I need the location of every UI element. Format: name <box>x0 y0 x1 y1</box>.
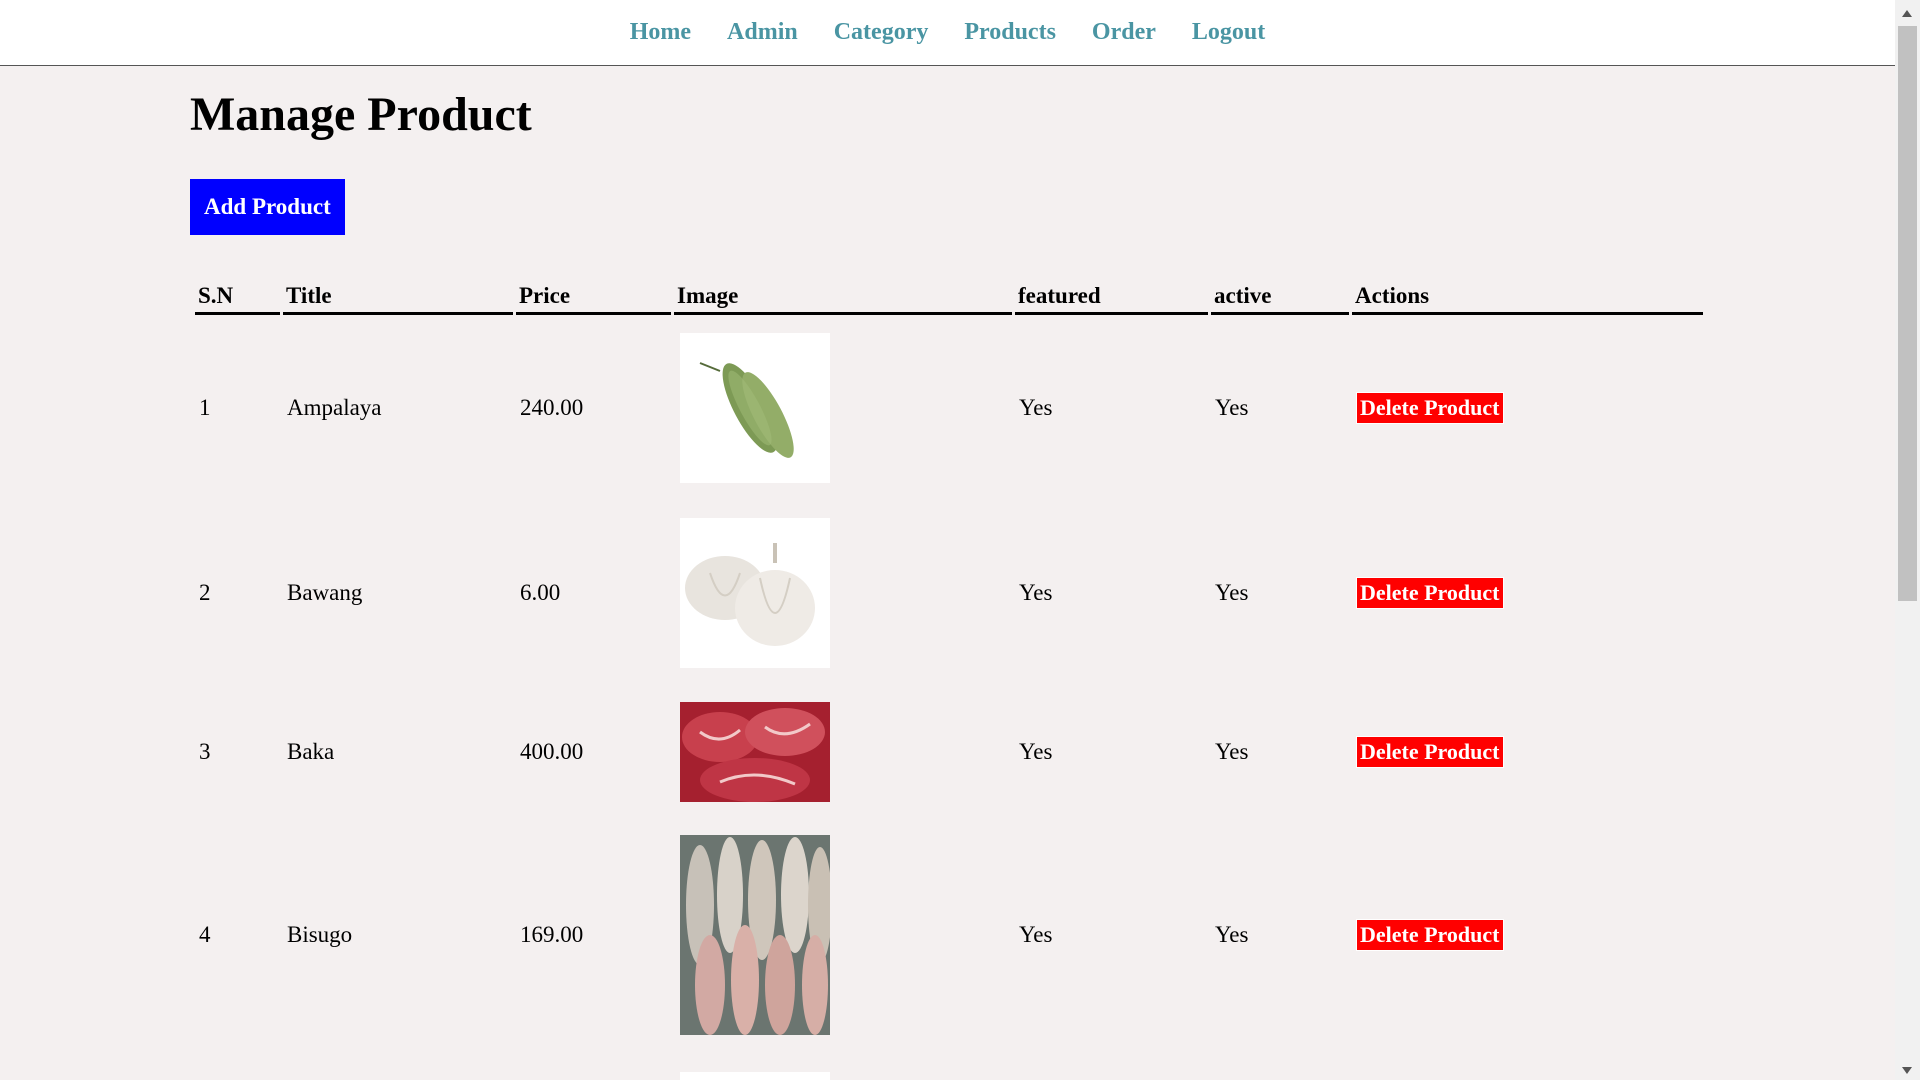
cell-active: Yes <box>1215 580 1249 605</box>
cell-sn: 3 <box>199 738 211 764</box>
cell-actions: Delete Product <box>1352 501 1703 685</box>
cell-active: Yes <box>1215 922 1249 947</box>
ampalaya-image <box>680 333 830 483</box>
cell-actions: Delete Product <box>1352 818 1703 1052</box>
nav-link-order[interactable]: Order <box>1092 19 1156 46</box>
beef-image <box>680 701 830 802</box>
cell-image <box>674 501 1012 685</box>
cell-title: Bawang <box>287 580 363 605</box>
vertical-scrollbar[interactable] <box>1895 0 1920 1080</box>
cell-featured: Yes <box>1019 395 1053 420</box>
scroll-up-arrow-icon[interactable] <box>1902 10 1912 17</box>
nav-link-admin[interactable]: Admin <box>727 19 798 46</box>
page-title: Manage Product <box>190 88 532 141</box>
column-header-actions: Actions <box>1352 278 1703 315</box>
cell-image <box>674 818 1012 1052</box>
delete-product-button[interactable]: Delete Product <box>1356 392 1504 424</box>
delete-product-button[interactable]: Delete Product <box>1356 577 1504 609</box>
scroll-down-arrow-icon[interactable] <box>1902 1067 1912 1074</box>
cell-sn: 2 <box>199 580 211 605</box>
cell-featured: Yes <box>1019 922 1053 947</box>
column-header-price: Price <box>516 278 671 315</box>
table-row: 1 Ampalaya 240.00 Yes Yes Delete Product <box>195 315 1703 501</box>
nav-link-category[interactable]: Category <box>834 19 929 46</box>
product-image <box>680 1072 830 1080</box>
fish-image <box>680 835 830 1035</box>
table-header-row: S.N Title Price Image featured active Ac… <box>195 278 1703 315</box>
scrollbar-thumb[interactable] <box>1898 26 1917 601</box>
nav-link-home[interactable]: Home <box>630 19 691 46</box>
delete-product-button[interactable]: Delete Product <box>1356 919 1504 951</box>
nav-link-products[interactable]: Products <box>964 19 1056 46</box>
cell-featured: Yes <box>1019 580 1053 605</box>
column-header-featured: featured <box>1015 278 1208 315</box>
table-row <box>195 1052 1703 1080</box>
add-product-button[interactable]: Add Product <box>190 179 345 235</box>
table-row: 4 Bisugo 169.00 Yes Yes Delete Product <box>195 818 1703 1052</box>
cell-active: Yes <box>1215 395 1249 420</box>
cell-price: 400.00 <box>520 738 584 764</box>
column-header-sn: S.N <box>195 278 280 315</box>
cell-active: Yes <box>1215 738 1249 764</box>
products-table: S.N Title Price Image featured active Ac… <box>192 278 1706 1080</box>
cell-sn: 4 <box>199 922 211 947</box>
cell-price: 169.00 <box>520 922 584 947</box>
cell-title: Ampalaya <box>287 395 382 420</box>
cell-price: 6.00 <box>520 580 561 605</box>
table-row: 2 Bawang 6.00 Yes Yes Delete Product <box>195 501 1703 685</box>
main-content: Manage Product Add Product S.N Title Pri… <box>190 66 1710 1080</box>
page: Home Admin Category Products Order Logou… <box>0 0 1920 1080</box>
column-header-title: Title <box>283 278 513 315</box>
cell-image <box>674 685 1012 818</box>
nav-link-logout[interactable]: Logout <box>1192 19 1265 46</box>
table-row: 3 Baka 400.00 Yes Yes Delete Product <box>195 685 1703 818</box>
cell-actions: Delete Product <box>1352 685 1703 818</box>
column-header-image: Image <box>674 278 1012 315</box>
top-navigation: Home Admin Category Products Order Logou… <box>0 0 1895 66</box>
cell-image <box>674 315 1012 501</box>
garlic-image <box>680 518 830 668</box>
cell-title: Baka <box>287 738 335 764</box>
cell-featured: Yes <box>1019 738 1053 764</box>
cell-image <box>674 1052 1012 1080</box>
column-header-active: active <box>1211 278 1349 315</box>
delete-product-button[interactable]: Delete Product <box>1356 735 1504 768</box>
cell-sn: 1 <box>199 395 211 420</box>
cell-title: Bisugo <box>287 922 353 947</box>
cell-actions: Delete Product <box>1352 315 1703 501</box>
cell-price: 240.00 <box>520 395 584 420</box>
